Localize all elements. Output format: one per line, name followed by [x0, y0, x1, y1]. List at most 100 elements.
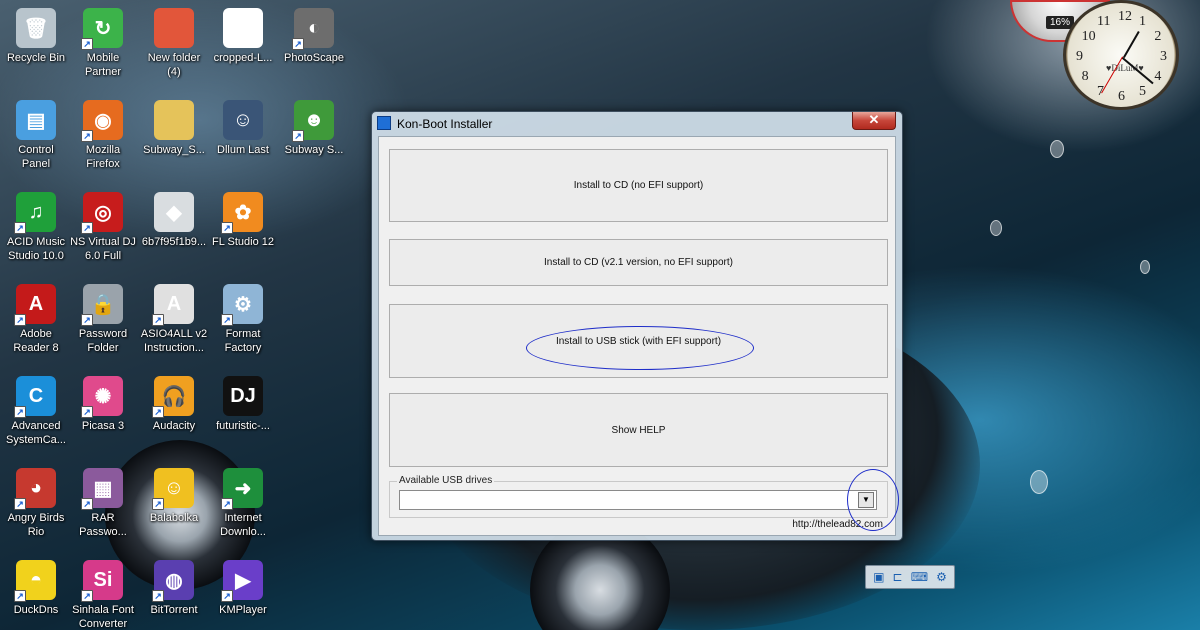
duckdns-icon: ◓ ↗ — [14, 560, 56, 602]
mobile-partner-icon: ↻ ↗ — [81, 8, 123, 50]
asio4all-icon: A ↗ — [152, 284, 194, 326]
cropped-icon — [223, 8, 263, 48]
desktop-icon-label: Angry Birds Rio — [7, 512, 65, 538]
desktop-icon-label: Dllum Last — [217, 144, 269, 156]
desktop-icon-asio4all[interactable]: A ↗ ASIO4ALL v2 Instruction... — [138, 284, 210, 355]
usb-drive-select[interactable]: ▼ — [399, 490, 877, 510]
desktop-icon-subway-folder[interactable]: Subway_S... — [138, 100, 210, 157]
kon-boot-installer-window: Kon-Boot Installer ✕ Install to CD (no E… — [371, 111, 903, 541]
desktop-icon-label: PhotoScape — [284, 52, 344, 64]
desktop-icon-rar-password[interactable]: ▦ ↗ RAR Passwo... — [67, 468, 139, 539]
desktop-icon-bittorrent[interactable]: ◍ ↗ BitTorrent — [138, 560, 210, 617]
shortcut-arrow-icon: ↗ — [14, 314, 26, 326]
desktop-icon-label: Password Folder — [78, 328, 128, 354]
shortcut-arrow-icon: ↗ — [14, 406, 26, 418]
control-panel-icon: ▤ — [16, 100, 56, 140]
desktop-icon-subway-game[interactable]: ☻ ↗ Subway S... — [278, 100, 350, 157]
desktop-icon-label: ASIO4ALL v2 Instruction... — [140, 328, 208, 354]
water-drop — [1140, 260, 1150, 274]
chevron-down-icon[interactable]: ▼ — [858, 492, 874, 508]
bittorrent-icon: ◍ ↗ — [152, 560, 194, 602]
shortcut-arrow-icon: ↗ — [221, 590, 233, 602]
close-button[interactable]: ✕ — [852, 112, 896, 130]
desktop-icon-balabolka[interactable]: ☺ ↗ Balabolka — [138, 468, 210, 525]
desktop-icon-advanced-systemcare[interactable]: C ↗ Advanced SystemCa... — [0, 376, 72, 447]
mozilla-firefox-icon: ◉ ↗ — [81, 100, 123, 142]
water-drop — [1050, 140, 1064, 158]
shortcut-arrow-icon: ↗ — [14, 222, 26, 234]
website-link[interactable]: http://thelead82.com — [792, 519, 883, 530]
shortcut-arrow-icon: ↗ — [14, 590, 26, 602]
desktop-icon-adobe-reader[interactable]: A ↗ Adobe Reader 8 — [0, 284, 72, 355]
desktop-icon-photoscape[interactable]: ◐ ↗ PhotoScape — [278, 8, 350, 65]
shortcut-arrow-icon: ↗ — [152, 406, 164, 418]
shortcut-arrow-icon: ↗ — [81, 38, 93, 50]
kmplayer-icon: ▶ ↗ — [221, 560, 263, 602]
clock-number: 1 — [1139, 14, 1146, 30]
acid-music-icon: ♫ ↗ — [14, 192, 56, 234]
desktop-icon-label: Control Panel — [18, 144, 54, 170]
desktop-icon-label: Internet Downlo... — [220, 512, 266, 538]
show-help-button[interactable]: Show HELP — [389, 393, 888, 467]
desktop-icon-label: ACID Music Studio 10.0 — [6, 236, 66, 262]
desktop-icon-virtual-dj[interactable]: ◎ ↗ NS Virtual DJ 6.0 Full — [67, 192, 139, 263]
sinhala-font-icon: Si ↗ — [81, 560, 123, 602]
desktop-icon-format-factory[interactable]: ⚙ ↗ Format Factory — [207, 284, 279, 355]
shortcut-arrow-icon: ↗ — [221, 222, 233, 234]
futuristic-icon: DJ — [223, 376, 263, 416]
gear-icon[interactable]: ⚙ — [936, 570, 947, 584]
desktop-icon-futuristic[interactable]: DJ futuristic-... — [207, 376, 279, 433]
install-cd-v21-button[interactable]: Install to CD (v2.1 version, no EFI supp… — [389, 239, 888, 286]
desktop-icon-control-panel[interactable]: ▤ Control Panel — [0, 100, 72, 171]
desktop-icon-acid-music[interactable]: ♫ ↗ ACID Music Studio 10.0 — [0, 192, 72, 263]
desktop-icon-label: RAR Passwo... — [79, 512, 127, 538]
clock-number: 9 — [1076, 49, 1083, 64]
clock-number: 8 — [1081, 69, 1089, 84]
usb-icon[interactable]: ⊏ — [893, 570, 903, 584]
install-cd-no-efi-button[interactable]: Install to CD (no EFI support) — [389, 149, 888, 222]
desktop-icon-sinhala-font[interactable]: Si ↗ Sinhala Font Converter — [67, 560, 139, 630]
window-titlebar[interactable]: Kon-Boot Installer ✕ — [372, 112, 902, 134]
usb-drives-group: Available USB drives ▼ — [389, 475, 888, 518]
clock-number: 2 — [1154, 29, 1162, 44]
desktop-icon-label: FL Studio 12 — [212, 236, 274, 248]
shortcut-arrow-icon: ↗ — [81, 130, 93, 142]
desktop-icon-recycle-bin[interactable]: 🗑 Recycle Bin — [0, 8, 72, 65]
shortcut-arrow-icon: ↗ — [81, 498, 93, 510]
desktop-icon-label: 6b7f95f1b9... — [141, 236, 207, 248]
shortcut-arrow-icon: ↗ — [221, 498, 233, 510]
desktop-icon-cropped[interactable]: cropped-L... — [207, 8, 279, 65]
desktop-icon-kmplayer[interactable]: ▶ ↗ KMPlayer — [207, 560, 279, 617]
new-folder-icon — [154, 8, 194, 48]
desktop-icon-label: NS Virtual DJ 6.0 Full — [70, 236, 136, 262]
shortcut-arrow-icon: ↗ — [14, 498, 26, 510]
clock-number: 10 — [1081, 29, 1096, 44]
desktop-icon-duckdns[interactable]: ◓ ↗ DuckDns — [0, 560, 72, 617]
desktop-icon-label: cropped-L... — [213, 52, 273, 64]
desktop-icon-angry-birds[interactable]: ◕ ↗ Angry Birds Rio — [0, 468, 72, 539]
desktop-icon-password-folder[interactable]: 🔒 ↗ Password Folder — [67, 284, 139, 355]
desktop-icon-file-6b7f[interactable]: ◆ 6b7f95f1b9... — [138, 192, 210, 249]
clock-number: 12 — [1118, 9, 1132, 24]
desktop-icon-label: Adobe Reader 8 — [13, 328, 59, 354]
clock-gadget[interactable]: ♥DiLuM♥ 12 1 2 3 4 5 6 7 8 9 10 11 — [1063, 0, 1179, 110]
desktop-icon-dilum-last[interactable]: ☺ Dllum Last — [207, 100, 279, 157]
desktop-icon-picasa[interactable]: ✺ ↗ Picasa 3 — [67, 376, 139, 433]
desktop-icon-label: Audacity — [152, 420, 196, 432]
desktop-icon-new-folder[interactable]: New folder (4) — [138, 8, 210, 79]
desktop-icon-label: Recycle Bin — [6, 52, 66, 64]
desktop-icon-label: Picasa 3 — [81, 420, 125, 432]
keyboard-icon[interactable]: ⌨ — [911, 570, 928, 584]
advanced-systemcare-icon: C ↗ — [14, 376, 56, 418]
desktop-icon-fl-studio[interactable]: ✿ ↗ FL Studio 12 — [207, 192, 279, 249]
network-icon[interactable]: ▣ — [873, 570, 884, 584]
desktop-icon-mobile-partner[interactable]: ↻ ↗ Mobile Partner — [67, 8, 139, 79]
shortcut-arrow-icon: ↗ — [292, 130, 304, 142]
desktop-icon-label: Mobile Partner — [84, 52, 122, 78]
desktop-icon-mozilla-firefox[interactable]: ◉ ↗ Mozilla Firefox — [67, 100, 139, 171]
desktop-icon-internet-download[interactable]: ➜ ↗ Internet Downlo... — [207, 468, 279, 539]
desktop-icon-audacity[interactable]: 🎧 ↗ Audacity — [138, 376, 210, 433]
shortcut-arrow-icon: ↗ — [152, 498, 164, 510]
desktop-icon-label: Sinhala Font Converter — [72, 604, 134, 630]
install-usb-efi-button[interactable]: Install to USB stick (with EFI support) — [389, 304, 888, 378]
